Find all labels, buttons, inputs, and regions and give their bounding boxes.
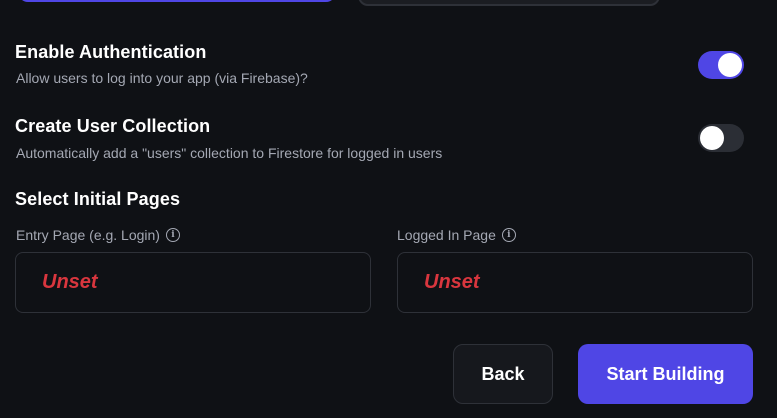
entry-page-label-text: Entry Page (e.g. Login) [16,227,160,243]
user-collection-description: Automatically add a "users" collection t… [16,145,443,161]
top-tab-unselected[interactable] [358,0,660,6]
toggle-knob [718,53,742,77]
top-tab-selected[interactable] [18,0,336,2]
logged-in-page-label-text: Logged In Page [397,227,496,243]
app-root: Enable Authentication Allow users to log… [0,0,777,418]
start-building-button[interactable]: Start Building [578,344,753,404]
entry-page-label: Entry Page (e.g. Login) i [16,227,180,243]
info-icon[interactable]: i [501,228,516,242]
info-icon[interactable]: i [165,228,180,242]
user-collection-toggle[interactable] [698,124,744,152]
logged-in-page-label: Logged In Page i [397,227,516,243]
user-collection-title: Create User Collection [15,116,211,136]
logged-in-page-value: Unset [424,271,480,293]
back-button[interactable]: Back [453,344,553,404]
entry-page-picker[interactable]: Unset [15,252,371,313]
logged-in-page-picker[interactable]: Unset [397,252,753,313]
toggle-knob [700,126,724,150]
enable-auth-description: Allow users to log into your app (via Fi… [16,70,308,86]
entry-page-value: Unset [42,271,98,293]
initial-pages-heading: Select Initial Pages [15,189,181,209]
enable-auth-toggle[interactable] [698,51,744,79]
enable-auth-title: Enable Authentication [15,42,207,62]
